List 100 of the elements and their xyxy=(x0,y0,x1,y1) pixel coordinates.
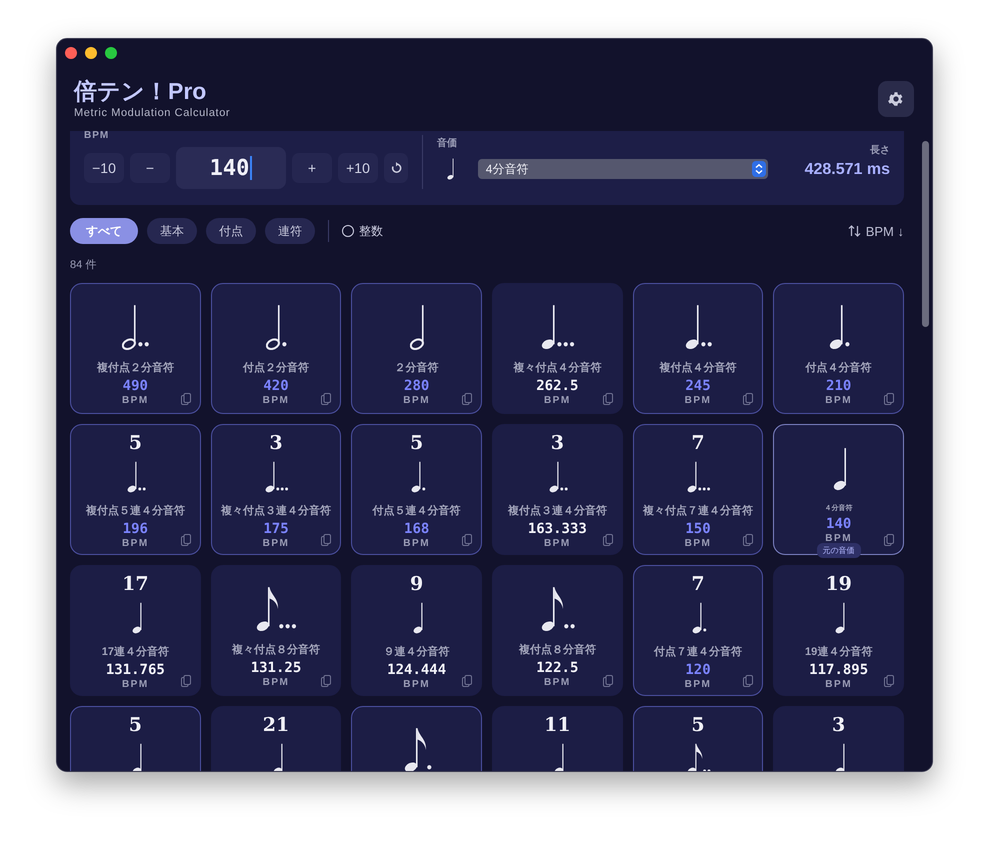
note-name: 複付点２分音符 xyxy=(96,360,174,375)
note-card[interactable]: 複付点８分音符 122.5 BPM xyxy=(492,565,623,696)
bpm-unit: BPM xyxy=(684,538,712,549)
tuplet-number: 5 xyxy=(410,433,424,453)
note-name: 複付点３連４分音符 xyxy=(508,504,607,518)
bpm-field[interactable]: 140 xyxy=(176,147,286,189)
length-value: 428.571 ms xyxy=(804,161,890,179)
step-button[interactable]: + xyxy=(292,153,332,183)
copy-icon[interactable] xyxy=(743,393,754,405)
bpm-unit: BPM xyxy=(825,533,852,544)
note-card[interactable]: 5 複付点５連４分音符 196 BPM xyxy=(70,424,201,555)
result-count: 84 件 xyxy=(70,258,98,271)
quarter-note-icon xyxy=(447,158,456,180)
bpm-value: 168 xyxy=(404,521,430,537)
filter-chip[interactable]: 連符 xyxy=(265,218,315,244)
note-name: ９連４分音符 xyxy=(384,644,450,659)
note-card[interactable]: 複付点４分音符 245 BPM xyxy=(632,283,764,414)
note-card[interactable]: 複付点２分音符 490 BPM xyxy=(70,283,201,414)
tuplet-number: 5 xyxy=(691,715,705,735)
note-card[interactable]: 3 xyxy=(773,706,904,771)
copy-icon[interactable] xyxy=(884,675,894,687)
copy-icon[interactable] xyxy=(180,534,191,546)
note-card[interactable]: 21 xyxy=(210,706,342,771)
reset-icon xyxy=(390,162,402,174)
radio-circle[interactable] xyxy=(342,225,354,237)
bpm-value: 196 xyxy=(122,521,148,537)
note-card[interactable]: 7 付点７連４分音符 120 BPM xyxy=(632,565,764,696)
note-card[interactable]: 9 ９連４分音符 124.444 BPM xyxy=(351,565,482,696)
settings-button[interactable] xyxy=(878,81,914,117)
original-badge: 元の音価 xyxy=(816,543,861,558)
copy-icon[interactable] xyxy=(462,393,472,405)
copy-icon[interactable] xyxy=(321,675,332,687)
note-card[interactable]: ２分音符 280 BPM xyxy=(351,283,482,414)
copy-icon[interactable] xyxy=(743,675,754,687)
bpm-unit: BPM xyxy=(544,538,571,549)
step-button[interactable]: −10 xyxy=(84,153,124,183)
note-card[interactable]: 5 xyxy=(70,706,201,771)
copy-icon[interactable] xyxy=(321,534,332,546)
note-card[interactable]: 5 xyxy=(632,706,764,771)
copy-icon[interactable] xyxy=(602,534,613,546)
tuplet-number: 3 xyxy=(832,715,846,735)
note-card[interactable]: 付点２分音符 420 BPM xyxy=(210,283,342,414)
note-card[interactable]: 7 複々付点７連４分音符 150 BPM xyxy=(632,424,764,555)
filter-chip[interactable]: 付点 xyxy=(206,218,256,244)
tuplet-number: 3 xyxy=(550,433,564,453)
copy-icon[interactable] xyxy=(462,675,472,687)
note-card[interactable]: 17 17連４分音符 131.765 BPM xyxy=(70,565,201,696)
bpm-unit: BPM xyxy=(403,679,430,690)
note-card[interactable]: 3 複々付点３連４分音符 175 BPM xyxy=(210,424,342,555)
note-name: 付点４分音符 xyxy=(806,360,872,375)
bpm-value: 163.333 xyxy=(528,521,587,537)
filter-chip[interactable]: 基本 xyxy=(147,218,197,244)
copy-icon[interactable] xyxy=(180,675,191,687)
copy-icon[interactable] xyxy=(602,393,613,405)
scrollbar[interactable] xyxy=(922,141,929,327)
note-name: 付点５連４分音符 xyxy=(372,504,461,518)
step-button[interactable]: +10 xyxy=(338,153,378,183)
copy-icon[interactable] xyxy=(743,534,754,546)
note-icon xyxy=(272,743,286,771)
copy-icon[interactable] xyxy=(884,393,894,405)
note-card[interactable]: 付点４分音符 210 BPM xyxy=(773,283,904,414)
tuplet-number: 5 xyxy=(128,715,142,735)
sort-icon xyxy=(848,225,861,237)
bpm-value: 117.895 xyxy=(809,662,868,678)
bpm-label: BPM xyxy=(84,131,110,141)
note-card[interactable]: 11 xyxy=(492,706,623,771)
step-button[interactable]: − xyxy=(130,153,170,183)
copy-icon[interactable] xyxy=(462,534,472,546)
note-value-label: 音価 xyxy=(437,136,458,150)
bpm-value: 262.5 xyxy=(536,378,578,394)
reset-button[interactable] xyxy=(384,153,408,183)
bpm-value: 150 xyxy=(685,521,711,537)
app-subtitle: Metric Modulation Calculator xyxy=(74,107,230,119)
bpm-unit: BPM xyxy=(684,679,712,690)
bpm-value: 140 xyxy=(826,516,852,532)
note-card[interactable]: 3 複付点３連４分音符 163.333 BPM xyxy=(492,424,623,555)
tuplet-number: 5 xyxy=(128,433,142,453)
note-card[interactable]: 19 19連４分音符 117.895 BPM xyxy=(773,565,904,696)
integer-toggle[interactable]: 整数 xyxy=(342,222,383,240)
minimize-button[interactable] xyxy=(85,47,97,59)
note-card[interactable]: 複々付点８分音符 131.25 BPM xyxy=(210,565,342,696)
copy-icon[interactable] xyxy=(180,393,191,405)
note-card[interactable]: 5 付点５連４分音符 168 BPM xyxy=(351,424,482,555)
stepper-icon xyxy=(752,161,766,177)
close-button[interactable] xyxy=(65,47,77,59)
note-value-select[interactable]: 4分音符 xyxy=(478,159,768,179)
tuplet-number: 7 xyxy=(691,574,705,594)
zoom-button[interactable] xyxy=(105,47,117,59)
note-name: 複付点４分音符 xyxy=(659,360,736,375)
tuplet-number: 21 xyxy=(262,715,290,735)
bpm-unit: BPM xyxy=(544,677,571,688)
bpm-unit: BPM xyxy=(262,538,290,549)
sort-button[interactable]: BPM ↓ xyxy=(848,224,904,238)
bpm-unit: BPM xyxy=(403,395,430,406)
bpm-unit: BPM xyxy=(122,395,149,406)
copy-icon[interactable] xyxy=(884,534,894,546)
copy-icon[interactable] xyxy=(321,393,332,405)
app-title: 倍テン！Pro xyxy=(74,77,208,105)
note-card[interactable]: 複々付点４分音符 262.5 BPM xyxy=(492,283,623,414)
copy-icon[interactable] xyxy=(602,675,613,687)
